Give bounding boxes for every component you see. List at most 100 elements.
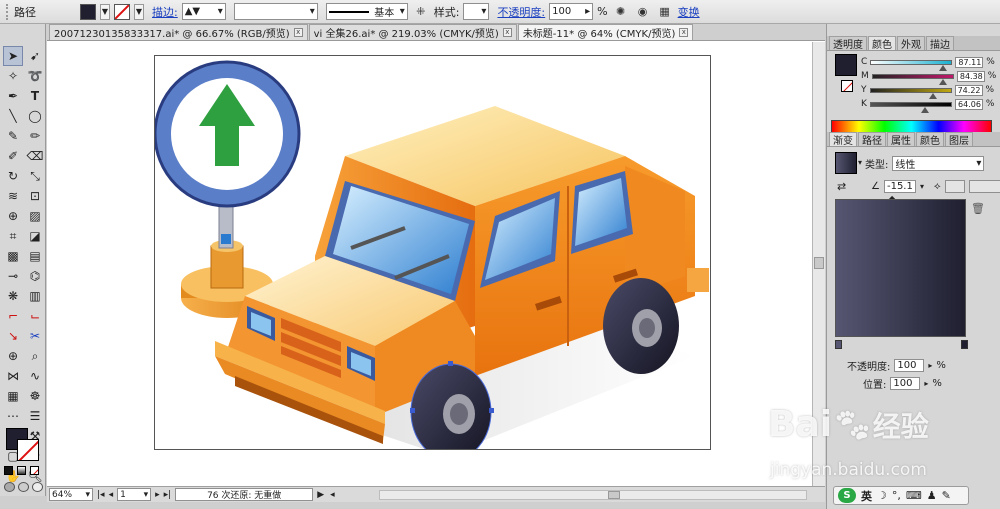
stroke-dropdown[interactable]: ▼ [134,3,144,20]
angle-dropdown[interactable]: ▾ [920,182,924,191]
first-page-icon[interactable]: |◂ [97,490,105,500]
gradient-preview-dropdown[interactable]: ▾ [858,158,862,167]
punctuation-icon[interactable]: °, [892,489,901,502]
variable-width-field[interactable]: ▾ [233,3,318,20]
color-mode-icon[interactable] [4,466,13,475]
tab-color-2[interactable]: 颜色 [916,132,944,147]
horizontal-scrollbar[interactable] [379,490,807,500]
gradient-location-field[interactable]: 100 [890,377,921,390]
mesh-tool-icon[interactable]: ▩ [3,246,23,266]
blob-brush-tool-icon[interactable]: ✐ [3,146,23,166]
page-field[interactable]: 1 ▾ [117,488,152,501]
live-paint-tool-icon[interactable]: ▨ [25,206,45,226]
fill-dropdown[interactable]: ▼ [100,3,110,20]
ime-mode[interactable]: 英 [861,488,872,504]
history-status[interactable]: 76 次还原: 无重做 [175,488,314,501]
close-icon[interactable]: x [293,28,303,37]
channel-k-slider[interactable] [869,101,952,113]
hand-tool-icon[interactable]: ⊕ [3,346,23,366]
delete-stop-icon[interactable]: 🗑︎ [971,202,985,215]
close-icon[interactable]: x [679,28,689,37]
current-fill-swatch[interactable] [835,54,857,76]
stroke-profile-field[interactable]: 基本 ▾ [325,3,408,20]
keyboard-icon[interactable]: ⌨ [906,489,922,502]
type-tool-icon[interactable]: T [25,86,45,106]
gradient-tool-icon[interactable]: ▤ [25,246,45,266]
stroke-link[interactable]: 描边: [152,4,178,20]
magic-wand-tool-icon[interactable]: ✧ [3,66,23,86]
gradient-opacity-field[interactable]: 100 [894,359,925,372]
shape-builder-tool-icon[interactable]: ⊕ [3,206,23,226]
channel-m-value[interactable]: 84.38 [956,70,985,82]
gradient-preview-swatch[interactable] [835,152,857,174]
channel-k-value[interactable]: 64.06 [954,98,983,110]
opacity-link[interactable]: 不透明度: [497,4,545,20]
direct-selection-tool-icon[interactable]: ➹ [25,46,45,66]
tab-pathfinder[interactable]: 路径 [858,132,886,147]
knife-tool-icon[interactable]: ↘ [3,326,23,346]
scale-tool-icon[interactable]: ⤡ [25,166,45,186]
reverse-gradient-icon[interactable]: ⇄ [837,180,846,193]
tab-layers[interactable]: 图层 [945,132,973,147]
pencil-tool-icon[interactable]: ✏ [25,126,45,146]
bloat-tool-icon[interactable]: ☰ [25,406,45,426]
none-mode-icon[interactable] [30,466,39,475]
eyedropper-tool-icon[interactable]: ⊸ [3,266,23,286]
gradient-slider-preview[interactable] [835,199,966,337]
transform-link[interactable]: 变换 [678,4,700,20]
gradient-mode-icon[interactable] [17,466,26,475]
pucker-tool-icon[interactable]: ⋯ [3,406,23,426]
rotate-tool-icon[interactable]: ↻ [3,166,23,186]
column-graph-tool-icon[interactable]: ▥ [25,286,45,306]
eraser-tool-icon[interactable]: ⌫ [25,146,45,166]
recolor-icon[interactable]: ✺ [612,3,630,21]
tab-transparency[interactable]: 透明度 [829,36,867,51]
zoom-tool-icon[interactable]: ⌕ [25,346,45,366]
horizontal-scroll-thumb[interactable] [608,491,620,499]
graph-tool-icon[interactable]: ▦ [3,386,23,406]
free-transform-tool-icon[interactable]: ⊡ [25,186,45,206]
gradient-stop-start[interactable] [835,340,842,349]
warp-tool-icon[interactable]: ≋ [3,186,23,206]
current-stroke-swatch[interactable] [841,80,853,92]
sogou-logo-icon[interactable]: S [838,488,856,503]
scissors-tool-icon[interactable]: ✂ [25,326,45,346]
doc-tab-2[interactable]: vi 全集26.ai* @ 219.03% (CMYK/预览) x [308,24,517,40]
channel-c-slider[interactable] [870,59,953,71]
line-tool-icon[interactable]: ╲ [3,106,23,126]
pen-tool-icon[interactable]: ✒ [3,86,23,106]
zoom-field[interactable]: 64% ▾ [49,488,93,501]
gradient-type-select[interactable]: 线性 ▾ [892,156,985,171]
opacity-field[interactable]: 100 ▸ [549,3,594,20]
tools-icon[interactable]: ✎ [942,489,951,502]
symbol-sprayer-tool-icon[interactable]: ❋ [3,286,23,306]
doc-tab-1[interactable]: 20071230135833317.ai* @ 66.67% (RGB/预览) x [49,24,308,40]
tab-color[interactable]: 颜色 [868,36,896,51]
last-page-icon[interactable]: ▸| [164,490,172,500]
channel-y-value[interactable]: 74.22 [954,84,983,96]
twirl-tool-icon[interactable]: ∿ [25,366,45,386]
stroke-weight-field[interactable]: ▲▼ ▾ [181,3,226,20]
aspect-ratio-field-2[interactable] [968,180,1000,193]
reflect-tool-icon[interactable]: ⋈ [3,366,23,386]
status-menu-arrow[interactable]: ▶ [317,490,324,500]
artboard-tool-icon[interactable]: ⌐ [3,306,23,326]
draw-normal-icon[interactable] [4,482,15,492]
slice-tool-icon[interactable]: ⌙ [25,306,45,326]
perspective-selection-tool-icon[interactable]: ◪ [25,226,45,246]
crystallize-tool-icon[interactable]: ☸ [25,386,45,406]
draw-inside-icon[interactable] [32,482,43,492]
channel-m-slider[interactable] [871,73,954,85]
style-field[interactable]: ▾ [463,3,490,20]
paintbrush-tool-icon[interactable]: ✎ [3,126,23,146]
artboard[interactable] [154,55,711,450]
gradient-stop-end[interactable] [961,340,968,349]
lasso-tool-icon[interactable]: ➰ [25,66,45,86]
stroke-swatch[interactable] [114,3,130,20]
aspect-ratio-field[interactable] [944,180,965,193]
angle-field[interactable]: -15.1 [883,180,916,193]
selection-tool-icon[interactable]: ➤ [3,46,23,66]
align-stroke-icon[interactable]: ⁜ [412,3,430,21]
draw-behind-icon[interactable] [18,482,29,492]
tab-attributes[interactable]: 属性 [887,132,915,147]
